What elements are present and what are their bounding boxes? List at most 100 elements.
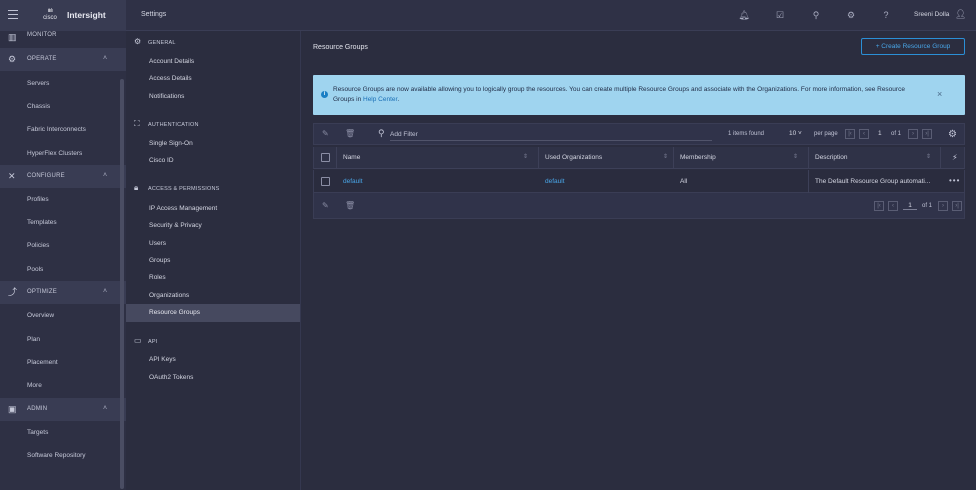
nav-section-optimize[interactable]: ⤴ OPTIMIZE ˄ xyxy=(0,281,126,304)
chevron-up-icon: ˄ xyxy=(103,288,108,295)
next-page-icon[interactable]: › xyxy=(938,201,948,211)
prev-page-icon[interactable]: ‹ xyxy=(859,129,869,139)
sort-icon[interactable]: ⇕ xyxy=(793,153,798,160)
subnav-item-access-details[interactable]: Access Details xyxy=(149,75,192,82)
column-header-description[interactable]: Description xyxy=(815,154,848,161)
footer-page-number[interactable]: 1 xyxy=(903,202,917,210)
search-icon[interactable]: ⚲ xyxy=(810,9,822,21)
subnav-item-api-keys[interactable]: API Keys xyxy=(149,356,176,363)
next-page-icon[interactable]: › xyxy=(908,129,918,139)
left-nav: ▥ MONITOR ⚙ OPERATE ˄ Servers Chassis Fa… xyxy=(0,31,126,490)
close-icon[interactable]: × xyxy=(937,89,942,99)
nav-item-chassis[interactable]: Chassis xyxy=(27,103,50,110)
nav-item-fabric-interconnects[interactable]: Fabric Interconnects xyxy=(27,126,86,133)
edit-icon[interactable]: ✎ xyxy=(322,201,329,210)
nav-item-targets[interactable]: Targets xyxy=(27,429,48,436)
table-toolbar: ✎ 🗑︎ ⚲ 1 items found 10 ˅ per page |‹ ‹ … xyxy=(313,123,965,145)
subnav-item-resource-groups[interactable]: Resource Groups xyxy=(126,304,300,322)
nav-item-pools[interactable]: Pools xyxy=(27,266,43,273)
nav-item-templates[interactable]: Templates xyxy=(27,219,57,226)
first-page-icon[interactable]: |‹ xyxy=(874,201,884,211)
column-header-used-organizations[interactable]: Used Organizations xyxy=(545,154,602,161)
subnav-item-notifications[interactable]: Notifications xyxy=(149,93,184,100)
brand-name: Intersight xyxy=(67,10,106,20)
filter-input[interactable] xyxy=(390,128,712,141)
chevron-up-icon: ˄ xyxy=(103,172,108,179)
pin-icon[interactable]: ⚡︎ xyxy=(952,153,958,162)
settings-gear-icon[interactable]: ⚙ xyxy=(845,9,857,21)
nav-section-admin[interactable]: ▣ ADMIN ˄ xyxy=(0,398,126,421)
user-name[interactable]: Sreeni Dolla xyxy=(914,11,949,18)
settings-icon: ⚙ xyxy=(134,37,142,46)
row-used-organizations-link[interactable]: default xyxy=(545,178,565,185)
select-all-checkbox[interactable] xyxy=(321,153,330,162)
nav-scrollbar[interactable] xyxy=(120,79,124,489)
nav-item-profiles[interactable]: Profiles xyxy=(27,196,49,203)
nav-item-placement[interactable]: Placement xyxy=(27,359,58,366)
subnav-item-organizations[interactable]: Organizations xyxy=(149,292,189,299)
subnav-item-roles[interactable]: Roles xyxy=(149,274,166,281)
nav-item-servers[interactable]: Servers xyxy=(27,80,49,87)
nav-section-monitor[interactable]: ▥ MONITOR xyxy=(0,31,126,42)
page-of: of 1 xyxy=(891,131,902,137)
table-row[interactable]: default default All The Default Resource… xyxy=(313,170,965,193)
subnav-item-users[interactable]: Users xyxy=(149,240,166,247)
nav-item-more[interactable]: More xyxy=(27,382,42,389)
subnav-item-account-details[interactable]: Account Details xyxy=(149,58,194,65)
nav-item-overview[interactable]: Overview xyxy=(27,312,54,319)
per-page-select[interactable]: 10 ˅ xyxy=(789,130,802,137)
column-header-membership[interactable]: Membership xyxy=(680,154,716,161)
row-name-link[interactable]: default xyxy=(343,178,363,185)
help-center-link[interactable]: Help Center xyxy=(363,96,397,103)
nav-section-configure[interactable]: ✕ CONFIGURE ˄ xyxy=(0,165,126,188)
table-settings-icon[interactable]: ⚙ xyxy=(948,129,957,140)
nav-item-software-repository[interactable]: Software Repository xyxy=(27,452,86,459)
edit-icon[interactable]: ✎ xyxy=(322,129,329,138)
prev-page-icon[interactable]: ‹ xyxy=(888,201,898,211)
subnav-item-groups[interactable]: Groups xyxy=(149,257,170,264)
subnav-item-oauth2-tokens[interactable]: OAuth2 Tokens xyxy=(149,374,193,381)
search-icon: ⚲ xyxy=(378,128,385,138)
bell-icon[interactable]: 🔔︎ xyxy=(738,9,750,21)
user-icon[interactable]: 👤︎ xyxy=(955,9,966,20)
page-heading: Settings xyxy=(141,11,167,18)
configure-icon: ✕ xyxy=(8,171,16,181)
admin-icon: ▣ xyxy=(8,404,17,414)
help-icon[interactable]: ? xyxy=(880,9,892,21)
nav-section-operate[interactable]: ⚙ OPERATE ˄ xyxy=(0,48,126,71)
column-header-name[interactable]: Name xyxy=(343,154,360,161)
nav-item-policies[interactable]: Policies xyxy=(27,242,49,249)
last-page-icon[interactable]: ›| xyxy=(952,201,962,211)
subnav-item-security-privacy[interactable]: Security & Privacy xyxy=(149,222,202,229)
table-footer: ✎ 🗑︎ |‹ ‹ 1 of 1 › ›| xyxy=(313,193,965,219)
sort-icon[interactable]: ⇕ xyxy=(926,153,931,160)
first-page-icon[interactable]: |‹ xyxy=(845,129,855,139)
subnav-section-authentication: ⛶ AUTHENTICATION xyxy=(134,119,199,128)
subnav-section-access-permissions: 🔒︎ ACCESS & PERMISSIONS xyxy=(134,183,220,192)
subnav-item-single-sign-on[interactable]: Single Sign-On xyxy=(149,140,193,147)
footer-page-of: of 1 xyxy=(922,203,933,209)
page-number[interactable]: 1 xyxy=(878,130,882,137)
nav-item-plan[interactable]: Plan xyxy=(27,336,40,343)
last-page-icon[interactable]: ›| xyxy=(922,129,932,139)
trash-icon[interactable]: 🗑︎ xyxy=(345,129,355,138)
row-actions-icon[interactable]: ••• xyxy=(949,176,960,185)
nav-item-hyperflex-clusters[interactable]: HyperFlex Clusters xyxy=(27,150,82,157)
create-resource-group-button[interactable]: + Create Resource Group xyxy=(861,38,965,55)
chevron-up-icon: ˄ xyxy=(103,405,108,412)
trash-icon[interactable]: 🗑︎ xyxy=(345,201,355,210)
brand-area: ılıılı cisco Intersight xyxy=(0,0,126,31)
tasks-icon[interactable]: ☑ xyxy=(774,9,786,21)
top-bar: ılıılı cisco Intersight Settings 🔔︎ ☑ ⚲ … xyxy=(0,0,976,31)
table-header: Name ⇕ Used Organizations ⇕ Membership ⇕… xyxy=(313,147,965,169)
subnav-item-cisco-id[interactable]: Cisco ID xyxy=(149,157,174,164)
cisco-logo: ılıılı cisco xyxy=(43,8,57,21)
chevron-up-icon: ˄ xyxy=(103,55,108,62)
sort-icon[interactable]: ⇕ xyxy=(663,153,668,160)
page-title: Resource Groups xyxy=(313,44,368,51)
row-checkbox[interactable] xyxy=(321,177,330,186)
operate-icon: ⚙ xyxy=(8,54,17,64)
sort-icon[interactable]: ⇕ xyxy=(523,153,528,160)
menu-icon[interactable] xyxy=(8,10,18,19)
subnav-item-ip-access-management[interactable]: IP Access Management xyxy=(149,205,217,212)
